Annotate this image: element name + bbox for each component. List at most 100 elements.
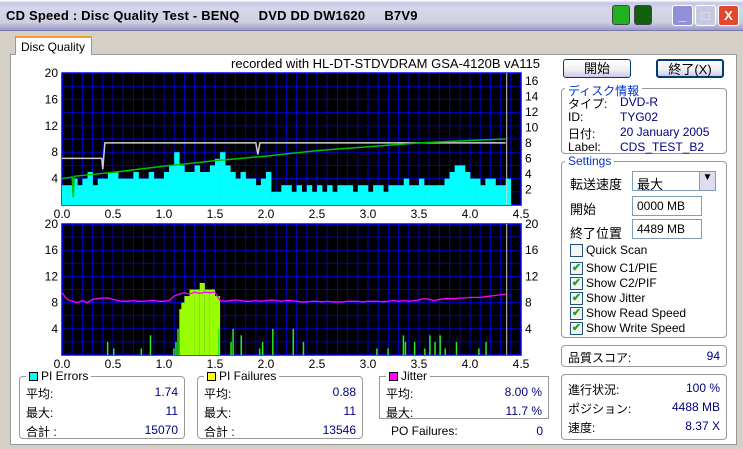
pif-bar [232, 328, 234, 355]
disc-info-group: ディスク情報 タイプ: DVD-R ID: TYG02 日付: 20 January 20… [561, 82, 727, 154]
pie-bar [77, 185, 83, 205]
pie-bar [194, 165, 200, 205]
y2-tick-label: 4 [525, 167, 532, 181]
x-tick-label: 0.0 [54, 357, 71, 369]
tab-disc-quality[interactable]: Disc Quality [15, 36, 92, 55]
pi-failures-label: 合計 : [204, 425, 235, 439]
pie-bar [87, 172, 93, 205]
pif-bar [429, 335, 431, 355]
pif-bar [204, 289, 210, 355]
pie-bar [429, 185, 435, 205]
y-tick-label: 16 [45, 92, 59, 106]
pif-bar [106, 341, 109, 355]
save-icon[interactable] [634, 5, 652, 25]
pi-failures-value: 0.88 [332, 385, 356, 399]
y-tick-label: 20 [45, 67, 59, 80]
y2-tick-label: 8 [525, 296, 532, 310]
pie-bar [225, 165, 231, 205]
quality-score-label: 品質スコア: [568, 351, 632, 365]
pie-bar [388, 185, 394, 205]
pie-bar [311, 191, 318, 205]
pie-bar [215, 158, 221, 205]
pie-bar [383, 191, 389, 205]
progress-value: 100 % [685, 381, 720, 395]
pie-bar [255, 185, 262, 205]
x-tick-label: 2.0 [258, 357, 275, 369]
pie-bar [373, 185, 379, 205]
speed-select[interactable]: 最大 ▼ [632, 171, 716, 192]
pif-bar [434, 341, 436, 355]
pie-bar [276, 191, 282, 205]
pie-bar [164, 172, 170, 205]
pi-failures-row: 平均: 0.88 [204, 385, 356, 401]
pif-bar [261, 341, 264, 355]
pie-bar [322, 191, 328, 205]
y-tick-label: 20 [45, 217, 59, 231]
pi-errors-legend: PI Errors [41, 369, 89, 383]
progress-label: 速度: [568, 421, 596, 435]
maximize-button[interactable]: □ [695, 5, 716, 26]
pif-jitter-chart: 0.0 0.5 1.0 1.5 2.0 2.5 3.0 3.5 4.0 4.5 4 8 12 16 20 4 8… [45, 217, 539, 369]
pi-errors-group: PI Errors 平均: 1.74 最大: 11 合計 : 15070 [19, 369, 185, 439]
pie-bar [362, 185, 369, 205]
disc-info-row: ID: TYG02 [568, 110, 720, 126]
pie-chart: 0.0 0.5 1.0 1.5 2.0 2.5 3.0 3.5 4.0 4.54812162024… [45, 67, 539, 221]
pi-failures-group: PI Failures 平均: 0.88 最大: 11 合計 : 13546 [197, 369, 363, 439]
close-button[interactable]: X [718, 5, 739, 26]
copy-icon[interactable] [612, 5, 630, 25]
exit-button[interactable]: 終了(X) [656, 59, 724, 78]
checkbox-box[interactable] [570, 244, 583, 257]
pif-bar [140, 348, 143, 355]
start-button[interactable]: 開始 [563, 59, 631, 78]
pie-bar [403, 178, 410, 205]
pif-bar [439, 335, 441, 355]
checkbox-box[interactable]: ✔ [570, 307, 583, 320]
pie-bar [398, 185, 404, 205]
pie-bar [434, 185, 440, 205]
pi-failures-row: 合計 : 13546 [204, 423, 356, 439]
settings-group: Settings 転送速度 最大 ▼ 開始 0000 MB 終了位置 4489 M… [561, 154, 727, 338]
jitter-color-swatch [389, 372, 398, 381]
start-position-input[interactable]: 0000 MB [632, 196, 702, 216]
checkbox-box[interactable]: ✔ [570, 262, 583, 275]
pie-bar [138, 178, 144, 205]
pie-bar [230, 172, 236, 205]
checkbox-label: Show Write Speed [586, 321, 686, 335]
y-tick-label: 4 [51, 172, 58, 186]
x-tick-label: 3.0 [360, 357, 377, 369]
pie-bar [123, 178, 129, 205]
pi-failures-label: 平均: [204, 387, 232, 401]
jitter-group: Jitter 平均: 8.00 % 最大: 11.7 % [379, 369, 549, 420]
disc-info-label: 日付: [568, 127, 596, 141]
checkbox-box[interactable]: ✔ [570, 292, 583, 305]
pie-bar [266, 172, 272, 205]
y-tick-label: 8 [51, 145, 58, 159]
pie-bar [97, 178, 104, 205]
y2-tick-label: 4 [525, 322, 532, 336]
chevron-down-icon[interactable]: ▼ [699, 172, 715, 190]
y-tick-label: 12 [45, 119, 59, 133]
pie-bar [128, 178, 134, 205]
pie-bar [143, 178, 149, 205]
y-tick-label: 16 [45, 243, 59, 257]
pie-bar [500, 185, 506, 205]
pie-bar [408, 185, 415, 205]
pif-bar [194, 289, 200, 355]
pi-errors-row: 合計 : 15070 [26, 423, 178, 439]
pie-bar [470, 178, 476, 205]
pie-bar [281, 185, 287, 205]
end-position-input[interactable]: 4489 MB [632, 219, 702, 239]
checkbox-box[interactable]: ✔ [570, 277, 583, 290]
pie-bar [449, 172, 455, 205]
pie-bar [393, 185, 399, 205]
y-tick-label: 12 [45, 269, 59, 283]
jitter-label: 最大: [386, 406, 414, 420]
window-title: CD Speed : Disc Quality Test - BENQ DVD … [6, 8, 418, 23]
pie-bar [368, 191, 374, 205]
y2-tick-label: 16 [525, 74, 539, 88]
pif-bar [258, 348, 261, 355]
checkbox-box[interactable]: ✔ [570, 322, 583, 335]
minimize-button[interactable]: _ [672, 5, 693, 26]
pie-bar [179, 165, 185, 205]
y2-tick-label: 6 [525, 151, 532, 165]
